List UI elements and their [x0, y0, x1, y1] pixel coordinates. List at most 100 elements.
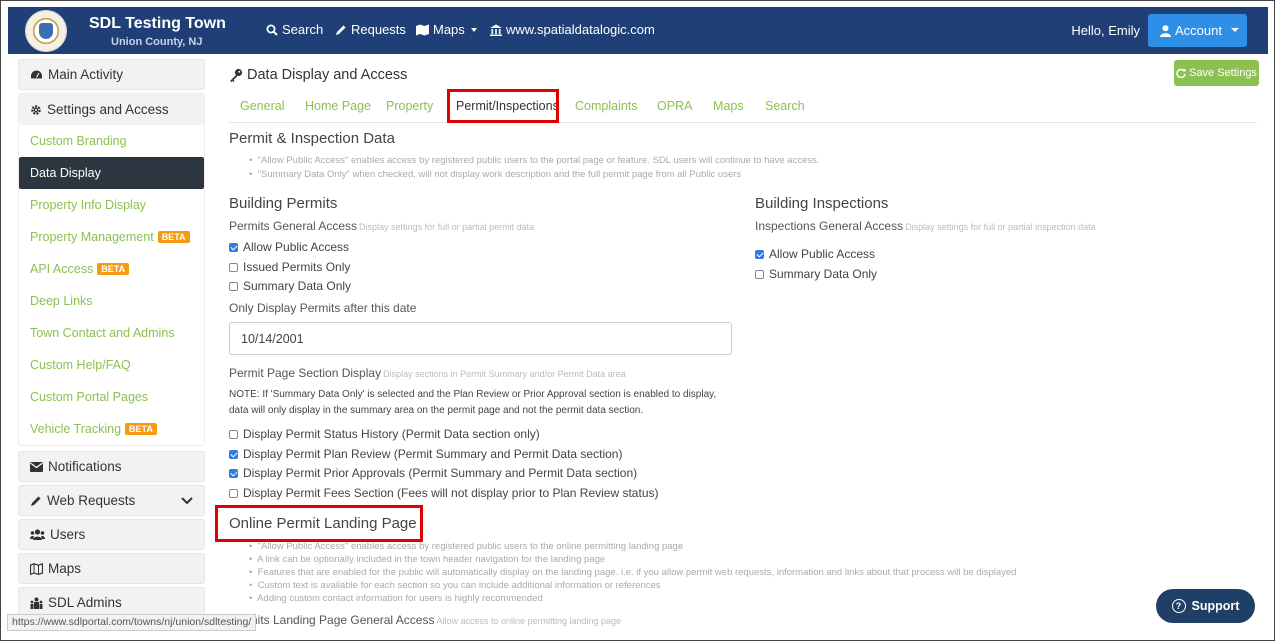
date-filter-label: Only Display Permits after this date	[229, 301, 417, 315]
account-button[interactable]: Account	[1148, 14, 1247, 47]
checkbox-label: Display Permit Status History (Permit Da…	[243, 427, 540, 441]
tab-property[interactable]: Property	[386, 99, 433, 113]
landing-note-text: "Allow Public Access" enables access by …	[257, 541, 684, 552]
permits-summary-data-only-checkbox[interactable]: Summary Data Only	[229, 279, 351, 293]
town-name[interactable]: SDL Testing Town	[89, 15, 226, 33]
nav-website[interactable]: www.spatialdatalogic.com	[490, 22, 655, 37]
checkbox-unchecked[interactable]	[229, 262, 238, 272]
sidebar-item-label: Users	[50, 527, 86, 542]
sidebar-item-label: Property Management	[30, 230, 154, 244]
sidebar-item-main-activity[interactable]: Main Activity	[18, 59, 205, 90]
building-permits-title: Building Permits	[229, 195, 338, 212]
building-inspections-title: Building Inspections	[755, 195, 889, 212]
save-settings-label: Save Settings	[1189, 67, 1257, 79]
label-hint: Display settings for full or partial ins…	[905, 222, 1096, 232]
tab-general[interactable]: General	[240, 99, 284, 113]
sidebar: Main Activity Settings and Access Custom…	[18, 59, 205, 621]
sidebar-item-custom-help[interactable]: Custom Help/FAQ	[19, 349, 204, 381]
sidebar-item-label: Data Display	[30, 166, 101, 180]
sidebar-item-town-contact[interactable]: Town Contact and Admins	[19, 317, 204, 349]
checkbox-checked[interactable]	[755, 249, 764, 259]
checkbox-checked[interactable]	[229, 468, 238, 478]
chevron-down-icon	[1231, 28, 1239, 32]
tab-complaints[interactable]: Complaints	[575, 99, 638, 113]
permits-allow-public-access-checkbox[interactable]: Allow Public Access	[229, 240, 349, 254]
sidebar-item-custom-branding[interactable]: Custom Branding	[19, 125, 204, 157]
sidebar-item-property-management[interactable]: Property Management BETA	[19, 221, 204, 253]
sidebar-item-label: Maps	[48, 561, 82, 576]
sidebar-item-label: Notifications	[48, 459, 122, 474]
tab-maps[interactable]: Maps	[713, 99, 744, 113]
question-icon: ?	[1171, 599, 1186, 613]
label-text: Inspections General Access	[755, 219, 904, 233]
landing-note: • "Allow Public Access" enables access b…	[249, 541, 684, 552]
label-text: Permit Page Section Display	[229, 366, 382, 380]
section-display-label: Permit Page Section Display Display secti…	[229, 366, 626, 380]
town-seal-logo[interactable]	[25, 10, 67, 52]
checkbox-label: Issued Permits Only	[243, 260, 351, 274]
sidebar-item-notifications[interactable]: Notifications	[18, 451, 205, 482]
dashboard-icon	[30, 68, 43, 79]
county-name: Union County, NJ	[111, 36, 203, 48]
status-history-checkbox[interactable]: Display Permit Status History (Permit Da…	[229, 427, 540, 441]
page-title: Data Display and Access	[229, 67, 407, 83]
account-label: Account	[1175, 23, 1222, 38]
sidebar-item-custom-portal-pages[interactable]: Custom Portal Pages	[19, 381, 204, 413]
map-icon	[416, 24, 429, 35]
page-title-text: Data Display and Access	[247, 67, 408, 83]
issued-permits-only-checkbox[interactable]: Issued Permits Only	[229, 260, 350, 274]
sidebar-item-maps[interactable]: Maps	[18, 553, 205, 584]
permit-date-input[interactable]: 10/14/2001	[229, 322, 732, 355]
save-settings-button[interactable]: Save Settings	[1174, 60, 1259, 86]
settings-tabs: General Home Page Property Permit/Inspec…	[229, 92, 1257, 123]
sidebar-item-api-access[interactable]: API Access BETA	[19, 253, 204, 285]
tab-search[interactable]: Search	[765, 99, 805, 113]
sidebar-item-users[interactable]: Users	[18, 519, 205, 550]
app-frame: SDL Testing Town Union County, NJ Search…	[0, 0, 1275, 641]
user-icon	[1160, 24, 1171, 37]
beta-badge: BETA	[157, 231, 190, 243]
nav-requests[interactable]: Requests	[335, 22, 406, 37]
checkbox-unchecked[interactable]	[229, 488, 238, 498]
plan-review-checkbox[interactable]: Display Permit Plan Review (Permit Summa…	[229, 447, 622, 461]
label-hint: Allow access to online permitting landin…	[436, 616, 622, 626]
support-label: Support	[1191, 599, 1240, 613]
fees-section-checkbox[interactable]: Display Permit Fees Section (Fees will n…	[229, 486, 659, 500]
nav-maps[interactable]: Maps	[416, 22, 477, 37]
nav-requests-label: Requests	[351, 22, 406, 37]
highlight-box-tab	[447, 89, 559, 123]
inspections-allow-public-access-checkbox[interactable]: Allow Public Access	[755, 247, 875, 261]
tab-home-page[interactable]: Home Page	[305, 99, 371, 113]
sidebar-item-label: API Access	[30, 262, 94, 276]
nav-maps-label: Maps	[433, 22, 465, 37]
checkbox-unchecked[interactable]	[755, 269, 764, 279]
nav-search[interactable]: Search	[266, 22, 323, 37]
tab-opra[interactable]: OPRA	[657, 99, 692, 113]
user-greeting: Hello, Emily	[1071, 23, 1140, 38]
settings-group: Settings and Access Custom Branding Data…	[18, 93, 205, 446]
section-note: • "Summary Data Only" when checked, will…	[249, 169, 742, 180]
checkbox-checked[interactable]	[229, 242, 238, 252]
users-icon	[30, 529, 45, 540]
prior-approvals-checkbox[interactable]: Display Permit Prior Approvals (Permit S…	[229, 466, 637, 480]
inspections-summary-data-only-checkbox[interactable]: Summary Data Only	[755, 267, 877, 281]
label-text: Permits General Access	[229, 219, 358, 233]
sidebar-item-property-info-display[interactable]: Property Info Display	[19, 189, 204, 221]
support-button[interactable]: ? Support	[1156, 589, 1255, 623]
checkbox-checked[interactable]	[229, 449, 238, 459]
checkbox-unchecked[interactable]	[229, 281, 238, 291]
highlight-box-landing	[215, 505, 423, 542]
sidebar-item-web-requests[interactable]: Web Requests	[18, 485, 205, 516]
summary-note: NOTE: If 'Summary Data Only' is selected…	[229, 389, 717, 416]
sidebar-item-label: Main Activity	[48, 67, 124, 82]
admin-icon	[30, 597, 43, 609]
key-icon	[230, 68, 243, 82]
sidebar-item-label: Town Contact and Admins	[30, 326, 175, 340]
sidebar-item-settings[interactable]: Settings and Access	[19, 94, 204, 125]
sidebar-item-deep-links[interactable]: Deep Links	[19, 285, 204, 317]
checkbox-unchecked[interactable]	[229, 429, 238, 439]
beta-badge: BETA	[97, 263, 130, 275]
sidebar-item-vehicle-tracking[interactable]: Vehicle Tracking BETA	[19, 413, 204, 445]
chevron-down-icon[interactable]	[181, 497, 193, 505]
sidebar-item-data-display[interactable]: Data Display	[19, 157, 204, 189]
